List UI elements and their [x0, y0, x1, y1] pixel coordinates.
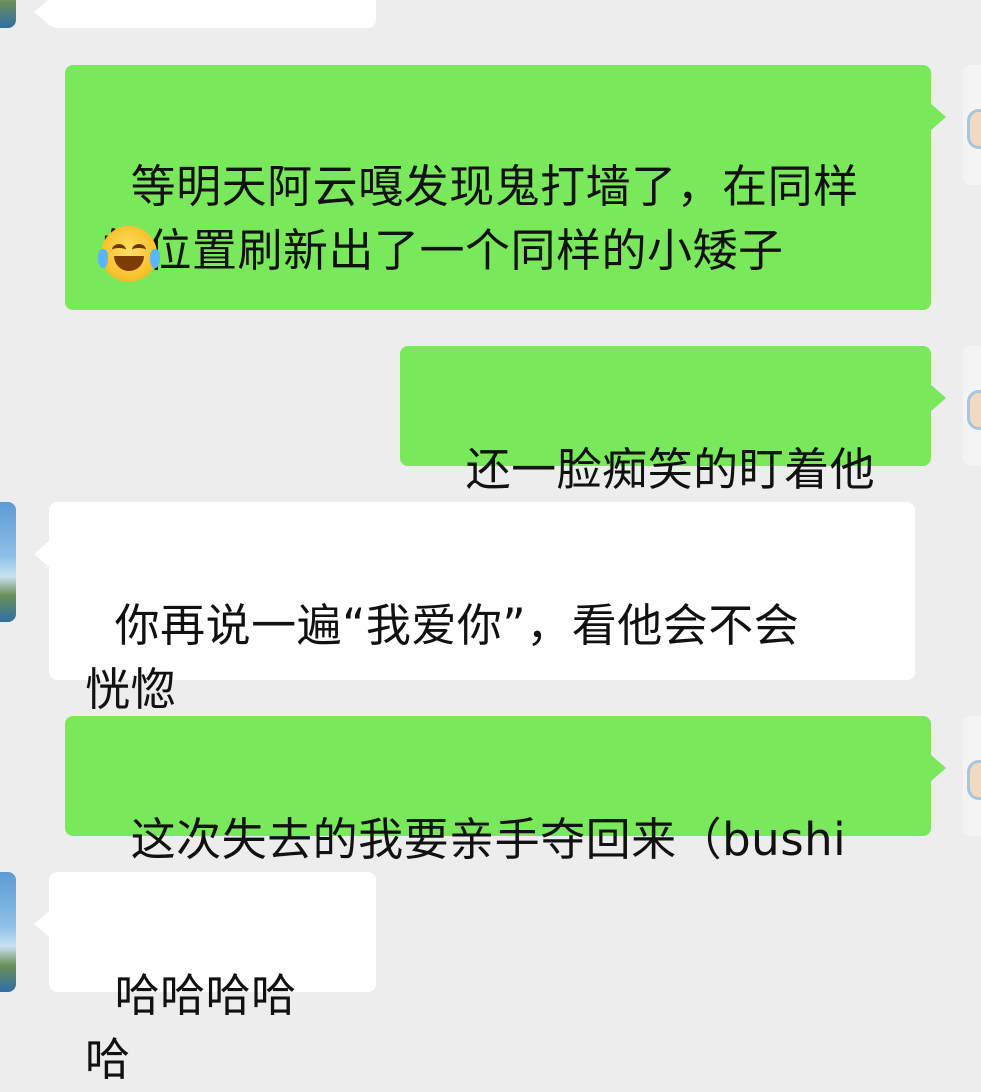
contact-avatar[interactable] [0, 0, 16, 28]
avatar-figure [967, 109, 981, 149]
crying-laughing-emoji-icon [98, 226, 160, 282]
contact-avatar[interactable] [0, 502, 16, 622]
avatar-figure [967, 760, 981, 800]
message-bubble-incoming[interactable]: 哈哈哈哈哈 [34, 872, 376, 1086]
message-text: 等明天阿云嘎发现鬼打墙了，在同样 的位置刷新出了一个同样的小矮子 [101, 160, 859, 277]
message-text: 你再说一遍“我爱你”，看他会不会 恍惚 [85, 599, 800, 716]
message-bubble-outgoing[interactable]: 还一脸痴笑的盯着他 [400, 346, 946, 496]
my-avatar[interactable] [963, 65, 981, 185]
my-avatar[interactable] [963, 716, 981, 836]
avatar-figure [967, 390, 981, 430]
my-avatar[interactable] [963, 346, 981, 466]
message-text: 还一脸痴笑的盯着他 [465, 443, 876, 496]
message-text: 哈哈哈哈哈 [85, 969, 297, 1086]
message-bubble-incoming[interactable] [34, 0, 376, 28]
message-bubble-outgoing[interactable]: 等明天阿云嘎发现鬼打墙了，在同样 的位置刷新出了一个同样的小矮子 [65, 65, 946, 310]
chat-screen: { "messages": [ {"side": "incoming", "te… [0, 0, 981, 1086]
message-bubble-outgoing[interactable]: 这次失去的我要亲手夺回来（bushi [65, 716, 946, 866]
message-bubble-incoming[interactable]: 你再说一遍“我爱你”，看他会不会 恍惚 [34, 502, 915, 716]
contact-avatar[interactable] [0, 872, 16, 992]
message-text: 这次失去的我要亲手夺回来（bushi [130, 813, 847, 866]
